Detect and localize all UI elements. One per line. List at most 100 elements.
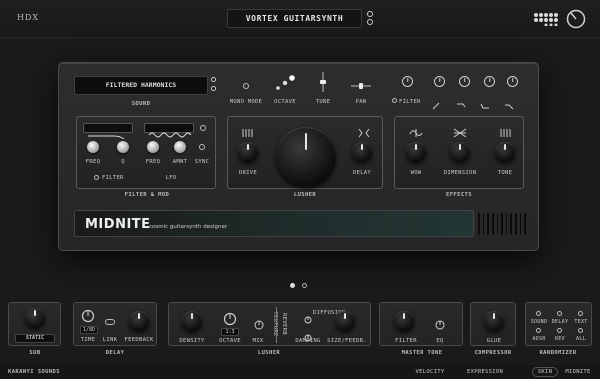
delay-link-toggle[interactable] bbox=[105, 319, 115, 325]
master-eq-knob[interactable] bbox=[435, 315, 445, 330]
company-name: KARANYI SOUNDS bbox=[8, 369, 60, 375]
lfo-toggle-dot[interactable] bbox=[200, 125, 206, 131]
lfo-sync-dot[interactable] bbox=[199, 144, 205, 150]
sound-display[interactable]: FILTERED HARMONICS bbox=[74, 76, 208, 95]
delay-feedback-knob[interactable] bbox=[129, 311, 149, 331]
lusher-label: LUSHER bbox=[293, 192, 317, 198]
velocity-slider[interactable] bbox=[447, 370, 463, 375]
lusher-main-knob[interactable] bbox=[276, 127, 336, 187]
expression-slider[interactable] bbox=[505, 370, 521, 375]
sub-knob[interactable] bbox=[25, 308, 45, 328]
dimension-knob[interactable] bbox=[450, 142, 470, 162]
octave-selector[interactable] bbox=[273, 73, 297, 93]
glue-knob[interactable] bbox=[484, 311, 504, 331]
size-feedback-label: SIZE/FEEDB. bbox=[327, 338, 367, 344]
rand-adsr-label: ADSR bbox=[532, 336, 546, 342]
lfo-label: LFO bbox=[165, 175, 177, 181]
brand-title: MIDNITE bbox=[85, 217, 151, 232]
rand-text-dot[interactable] bbox=[578, 311, 583, 316]
lfo-amount-knob[interactable] bbox=[174, 141, 186, 153]
reverb-tab[interactable]: REVERB bbox=[281, 306, 287, 342]
skin-button[interactable]: SKIN bbox=[532, 367, 558, 377]
master-filter-label: FILTER bbox=[395, 338, 417, 344]
tune-slider[interactable] bbox=[317, 71, 329, 93]
octave-small-knob[interactable] bbox=[223, 311, 237, 326]
tone-knob[interactable] bbox=[495, 142, 515, 162]
mono-mode-indicator[interactable] bbox=[243, 83, 249, 89]
rand-all-dot[interactable] bbox=[578, 328, 583, 333]
sub-section: STATIC bbox=[8, 302, 61, 346]
mix-knob[interactable] bbox=[254, 315, 264, 330]
density-knob[interactable] bbox=[182, 311, 202, 331]
tone-label: TONE bbox=[497, 170, 513, 176]
preset-name-display[interactable]: VORTEX GUITARSYNTH bbox=[227, 9, 362, 28]
filter-enable-dot[interactable] bbox=[94, 175, 99, 180]
size-feedback-knob[interactable] bbox=[335, 311, 355, 331]
page-dot-1[interactable] bbox=[290, 283, 295, 288]
sustain-knob[interactable] bbox=[459, 76, 470, 87]
attack-knob[interactable] bbox=[402, 76, 413, 87]
filter-freq-label: FREQ bbox=[85, 159, 101, 165]
page-dot-2[interactable] bbox=[302, 283, 307, 288]
brand-tagline: cosmic guitarsynth designer bbox=[149, 224, 228, 230]
master-eq-label: EQ bbox=[436, 338, 444, 344]
footer-bar: KARANYI SOUNDS VELOCITY EXPRESSION SKIN … bbox=[0, 365, 600, 379]
sound-next-button[interactable] bbox=[211, 86, 216, 91]
delay-knob[interactable] bbox=[352, 142, 372, 162]
rand-sound-dot[interactable] bbox=[536, 311, 541, 316]
octave-label: OCTAVE bbox=[274, 99, 296, 105]
delay-time-knob[interactable] bbox=[81, 308, 95, 323]
drive-knob[interactable] bbox=[238, 142, 258, 162]
decay-knob[interactable] bbox=[434, 76, 445, 87]
delay-time-value: 1/8D bbox=[80, 326, 98, 334]
delay-time-label: TIME bbox=[80, 337, 96, 343]
filter-q-knob[interactable] bbox=[117, 141, 129, 153]
mix-label: MIX bbox=[252, 338, 264, 344]
delay-section: 1/8D TIME LINK FEEDBACK bbox=[73, 302, 157, 346]
delay-label: DELAY bbox=[352, 170, 372, 176]
diffusion-knob[interactable] bbox=[304, 309, 312, 324]
vent-grille bbox=[478, 211, 527, 236]
preset-prev-button[interactable] bbox=[367, 11, 373, 17]
lfo-amount-label: AMNT bbox=[172, 159, 188, 165]
sub-mode-display[interactable]: STATIC bbox=[15, 334, 55, 343]
release-knob[interactable] bbox=[484, 76, 495, 87]
filter-mod-section: FREQ Q FREQ AMNT SYNC FILTER LFO bbox=[76, 116, 216, 189]
delay-feedback-label: FEEDBACK bbox=[124, 337, 154, 343]
filter-mod-label: FILTER & MOD bbox=[124, 192, 170, 198]
brand-bar: MIDNITE cosmic guitarsynth designer bbox=[74, 210, 474, 237]
compressor-label: COMPRESSOR bbox=[474, 350, 512, 356]
master-filter-knob[interactable] bbox=[394, 311, 414, 331]
effects-section: WOW DIMENSION TONE bbox=[394, 116, 524, 189]
mono-mode-label: MONO MODE bbox=[229, 99, 263, 105]
master-tone-section: FILTER EQ bbox=[379, 302, 463, 346]
filter-shape-display[interactable] bbox=[83, 123, 133, 140]
lusher-bottom-section: DENSITY 1:3 OCTAVE MIX TEXTURE REVERB DI… bbox=[168, 302, 371, 346]
rand-delay-label: DELAY bbox=[551, 319, 569, 325]
lfo-shape-display[interactable] bbox=[144, 123, 194, 138]
master-volume-knob[interactable] bbox=[566, 9, 586, 29]
curve-knob[interactable] bbox=[507, 76, 518, 87]
pan-slider[interactable] bbox=[350, 77, 372, 89]
damping-knob[interactable] bbox=[304, 327, 312, 342]
density-label: DENSITY bbox=[179, 338, 205, 344]
sound-prev-button[interactable] bbox=[211, 77, 216, 82]
lfo-freq-knob[interactable] bbox=[147, 141, 159, 153]
texture-tab[interactable]: TEXTURE bbox=[272, 306, 278, 342]
sub-label: SUB bbox=[29, 350, 41, 356]
wow-knob[interactable] bbox=[406, 142, 426, 162]
lusher-section: DRIVE DELAY bbox=[227, 116, 383, 189]
rand-all-label: ALL bbox=[576, 336, 586, 342]
rand-delay-dot[interactable] bbox=[557, 311, 562, 316]
filter-toggle-dot[interactable] bbox=[392, 98, 397, 103]
filter-enable-label: FILTER bbox=[102, 175, 124, 181]
octave-value: 1:3 bbox=[221, 328, 239, 336]
effects-label: EFFECTS bbox=[446, 192, 472, 198]
rand-adsr-dot[interactable] bbox=[536, 328, 541, 333]
drive-icon bbox=[241, 123, 253, 137]
rand-rev-dot[interactable] bbox=[557, 328, 562, 333]
preset-next-button[interactable] bbox=[367, 19, 373, 25]
filter-freq-knob[interactable] bbox=[87, 141, 99, 153]
grid-menu-icon[interactable] bbox=[533, 11, 559, 27]
tone-icon bbox=[499, 123, 513, 137]
